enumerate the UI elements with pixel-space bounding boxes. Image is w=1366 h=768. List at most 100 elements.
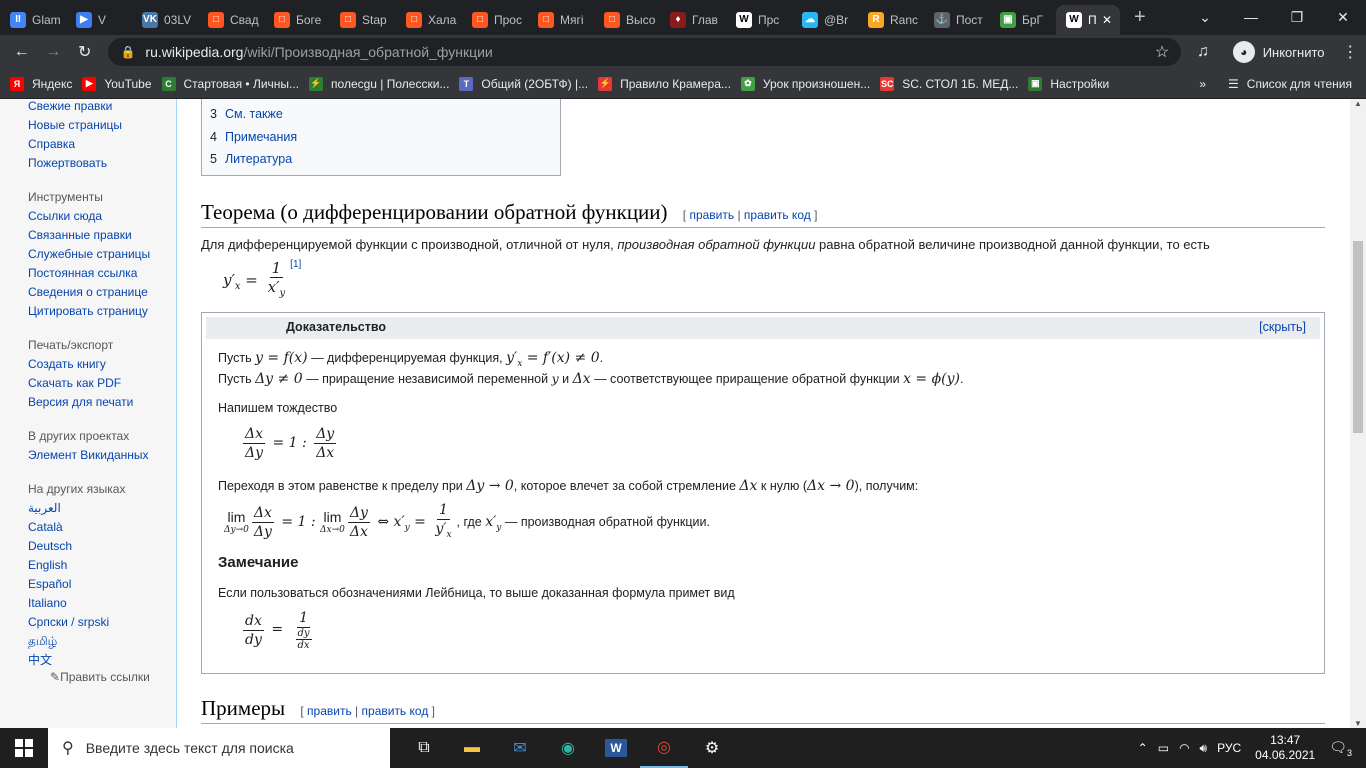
bookmarks-overflow-button[interactable]: » [1199,77,1206,91]
edit-code-link[interactable]: править код [362,704,429,718]
sidebar-link[interactable]: Элемент Викиданных [0,446,176,465]
bookmark-item[interactable]: C Стартовая • Личны... [161,76,299,91]
sidebar-link[interactable]: Версия для печати [0,393,176,412]
edit-code-link[interactable]: править код [744,208,811,222]
hide-proof-link[interactable]: [скрыть] [1259,320,1306,334]
sidebar-link[interactable]: Сведения о странице [0,283,176,302]
sidebar-link[interactable]: Deutsch [0,537,176,556]
new-tab-button[interactable]: + [1134,6,1146,29]
restore-icon[interactable]: ❐ [1274,9,1320,26]
address-bar[interactable]: 🔒 ru.wikipedia.org/wiki/Производная_обра… [108,38,1182,66]
tab-search-icon[interactable]: ⌄ [1182,9,1228,26]
sidebar-link[interactable]: Связанные правки [0,226,176,245]
reference-link[interactable]: [1] [290,259,301,270]
toc-link[interactable]: См. также [225,107,283,121]
scrollbar-thumb[interactable] [1353,241,1363,433]
toc-link[interactable]: Литература [225,152,292,166]
forward-icon[interactable]: → [37,43,68,61]
sidebar-link[interactable]: Служебные страницы [0,245,176,264]
browser-tab[interactable]: □ Прос [462,5,528,35]
sidebar-link[interactable]: العربية [0,499,176,518]
media-control-icon[interactable]: ♫ [1187,43,1218,61]
sidebar-link[interactable]: 中文 [0,651,176,670]
reading-list-button[interactable]: ☰ Список для чтения [1228,77,1352,91]
sidebar-link[interactable]: Italiano [0,594,176,613]
bookmark-item[interactable]: ⚡ Правило Крамера... [598,76,731,91]
browser-tab[interactable]: ♦ Глав [660,5,726,35]
chrome-icon[interactable]: ◎ [640,728,688,768]
show-hidden-icons[interactable]: ⌃ [1138,741,1148,755]
incognito-indicator[interactable]: ◕ Инкогнито [1232,41,1325,63]
browser-tab[interactable]: □ Свад [198,5,264,35]
mail-icon[interactable]: ✉ [496,728,544,768]
notifications-icon[interactable]: 🗨︎3 [1329,739,1352,758]
browser-tab[interactable]: □ Мягі [528,5,594,35]
volume-icon[interactable]: 🔊︎ [1200,741,1208,756]
bookmark-item[interactable]: SC SC. СТОЛ 1Б. МЕД... [880,76,1018,91]
edit-link[interactable]: править [689,208,734,222]
sidebar-link[interactable]: Постоянная ссылка [0,264,176,283]
browser-tab[interactable]: II Glam [0,5,66,35]
browser-tab[interactable]: R Ranc [858,5,924,35]
browser-tab[interactable]: □ Хала [396,5,462,35]
bookmark-item[interactable]: ▣ Настройки [1028,76,1109,91]
lock-icon[interactable]: 🔒 [120,45,135,59]
browser-tab[interactable]: ☁ @Br [792,5,858,35]
sidebar-link[interactable]: Српски / srpski [0,613,176,632]
toc-item[interactable]: 5 Литература [210,148,552,171]
scroll-up-icon[interactable]: ▲ [1350,99,1366,108]
close-window-icon[interactable]: ✕ [1320,9,1366,26]
browser-tab[interactable]: VK 03LV [132,5,198,35]
page-scrollbar[interactable]: ▲ ▼ [1350,99,1366,728]
sidebar-link[interactable]: Español [0,575,176,594]
sidebar-link[interactable]: தமிழ் [0,632,176,651]
browser-tab[interactable]: □ Stap [330,5,396,35]
menu-icon[interactable]: ⋮ [1335,42,1366,62]
bookmark-item[interactable]: ⚡ полесgu | Полесски... [309,76,449,91]
sidebar-link[interactable]: Справка [0,135,176,154]
browser-tab[interactable]: ▣ БрГ [990,5,1056,35]
theorem-text-italic[interactable]: производная обратной функции [617,237,815,252]
edit-link[interactable]: править [307,704,352,718]
active-browser-tab[interactable]: W П ✕ [1056,4,1120,35]
battery-icon[interactable]: ▭ [1158,741,1169,755]
sidebar-link[interactable]: Català [0,518,176,537]
language-indicator[interactable]: РУС [1217,741,1241,755]
browser-tab[interactable]: ⚓ Пост [924,5,990,35]
reload-icon[interactable]: ↻ [69,42,100,62]
browser-tab[interactable]: □ Боге [264,5,330,35]
word-icon[interactable]: W [592,728,640,768]
task-view-icon[interactable]: ⧉ [400,728,448,768]
back-icon[interactable]: ← [6,43,37,61]
bookmark-item[interactable]: Я Яндекс [10,76,72,91]
toc-link[interactable]: Примечания [225,130,297,144]
browser-tab[interactable]: ▶ V [66,5,132,35]
settings-icon[interactable]: ⚙ [688,728,736,768]
sidebar-link[interactable]: English [0,556,176,575]
sidebar-link[interactable]: Цитировать страницу [0,302,176,321]
sidebar-link[interactable]: Создать книгу [0,355,176,374]
wifi-icon[interactable]: ◠ [1179,741,1189,755]
browser-tab[interactable]: □ Высо [594,5,660,35]
scroll-down-icon[interactable]: ▼ [1350,719,1366,728]
sidebar-link[interactable]: Свежие правки [0,99,176,116]
sidebar-link[interactable]: Новые страницы [0,116,176,135]
browser-tab[interactable]: W Прс [726,5,792,35]
bookmark-item[interactable]: ▶ YouTube [82,76,152,91]
sidebar-link[interactable]: Пожертвовать [0,154,176,173]
toc-item[interactable]: 4 Примечания [210,126,552,149]
taskbar-search[interactable]: ⚲ Введите здесь текст для поиска [48,728,390,768]
minimize-icon[interactable]: — [1228,9,1274,26]
clock[interactable]: 13:47 04.06.2021 [1255,733,1315,763]
toc-item[interactable]: 3 См. также [210,103,552,126]
sidebar-link[interactable]: Скачать как PDF [0,374,176,393]
bookmark-star-icon[interactable]: ☆ [1155,42,1169,62]
file-explorer-icon[interactable]: ▬ [448,728,496,768]
start-button[interactable] [0,739,48,757]
close-tab-icon[interactable]: ✕ [1102,13,1112,27]
sidebar-link[interactable]: Ссылки сюда [0,207,176,226]
bookmark-item[interactable]: ✿ Урок произношен... [740,76,870,91]
bookmark-item[interactable]: T Общий (2ОБТФ) |... [459,76,588,91]
edit-interlanguage-links[interactable]: ✎Править ссылки [0,670,176,684]
edge-icon[interactable]: ◉ [544,728,592,768]
